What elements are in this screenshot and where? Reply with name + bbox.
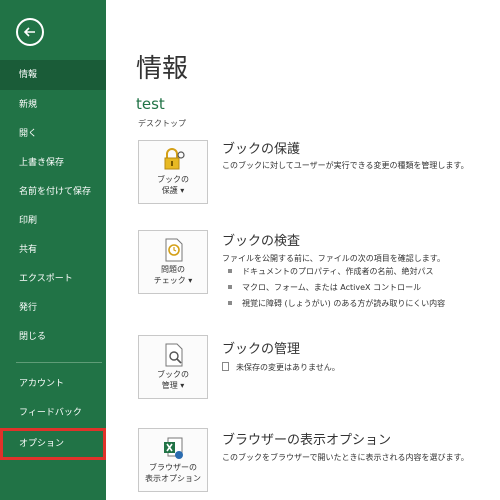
inspect-bullet: 視覚に障碍 (しょうがい) のある方が読み取りにくい内容: [228, 298, 445, 309]
nav-label: 上書き保存: [19, 158, 65, 168]
protect-workbook-label: ブックの 保護 ▾: [157, 175, 189, 195]
backstage-sidebar: 情報 新規 開く 上書き保存 名前を付けて保存 印刷 共有 エクスポート 発行 …: [0, 0, 106, 500]
lock-key-icon: [164, 148, 185, 170]
nav-item-options[interactable]: オプション: [0, 428, 106, 460]
check-issues-button[interactable]: 問題の チェック ▾: [138, 230, 208, 294]
nav-item-publish[interactable]: 発行: [0, 293, 106, 323]
inspect-title: ブックの検査: [222, 234, 301, 249]
nav-label: エクスポート: [19, 274, 73, 284]
nav-label: 新規: [19, 100, 38, 110]
inspect-bullet: ドキュメントのプロパティ、作成者の名前、絶対パス: [228, 266, 434, 277]
file-location: デスクトップ: [138, 119, 186, 128]
manage-workbook-button[interactable]: ブックの 管理 ▾: [138, 335, 208, 399]
nav-label: フィードバック: [19, 408, 82, 418]
nav-item-print[interactable]: 印刷: [0, 206, 106, 236]
nav-item-info[interactable]: 情報: [0, 60, 106, 90]
nav-label: 閉じる: [19, 332, 47, 342]
info-pane: 情報 test デスクトップ ブックの 保護 ▾ ブックの保護 このブックに対し…: [106, 0, 500, 500]
manage-title: ブックの管理: [222, 342, 301, 357]
browser-description: このブックをブラウザーで開いたときに表示される内容を選びます。: [222, 453, 469, 462]
nav-item-feedback[interactable]: フィードバック: [0, 398, 106, 428]
excel-browser-icon: [164, 437, 183, 459]
nav-label: オプション: [19, 439, 65, 449]
check-issues-label: 問題の チェック ▾: [153, 265, 193, 285]
browser-title: ブラウザーの表示オプション: [222, 433, 392, 448]
nav-label: アカウント: [19, 379, 65, 389]
manage-status: 未保存の変更はありません。: [222, 362, 340, 373]
nav-label: 共有: [19, 245, 38, 255]
back-arrow-icon: [23, 27, 35, 37]
manage-workbook-label: ブックの 管理 ▾: [157, 370, 189, 390]
page-title: 情報: [136, 54, 189, 84]
nav-item-close[interactable]: 閉じる: [0, 322, 106, 352]
inspect-document-icon: [165, 238, 183, 262]
manage-workbook-icon: [165, 343, 183, 367]
browser-view-options-label: ブラウザーの 表示オプション: [145, 463, 201, 483]
protect-workbook-button[interactable]: ブックの 保護 ▾: [138, 140, 208, 204]
nav-item-open[interactable]: 開く: [0, 119, 106, 149]
nav-item-save-as[interactable]: 名前を付けて保存: [0, 177, 106, 207]
nav-item-export[interactable]: エクスポート: [0, 264, 106, 294]
inspect-description: ファイルを公開する前に、ファイルの次の項目を確認します。: [222, 254, 445, 263]
file-name: test: [136, 95, 165, 113]
protect-title: ブックの保護: [222, 142, 301, 157]
nav-divider: [16, 362, 102, 363]
document-icon: [222, 362, 229, 371]
nav-label: 印刷: [19, 216, 38, 226]
nav-item-save[interactable]: 上書き保存: [0, 148, 106, 178]
nav-label: 発行: [19, 303, 38, 313]
nav-label: 開く: [19, 129, 38, 139]
nav-label: 情報: [19, 70, 38, 80]
protect-description: このブックに対してユーザーが実行できる変更の種類を管理します。: [222, 161, 469, 170]
nav-item-new[interactable]: 新規: [0, 90, 106, 120]
nav-item-account[interactable]: アカウント: [0, 369, 106, 399]
browser-view-options-button[interactable]: ブラウザーの 表示オプション: [138, 428, 208, 492]
nav-item-share[interactable]: 共有: [0, 235, 106, 265]
back-button[interactable]: [16, 18, 44, 46]
inspect-bullet: マクロ、フォーム、または ActiveX コントロール: [228, 282, 421, 293]
nav-label: 名前を付けて保存: [19, 187, 92, 197]
